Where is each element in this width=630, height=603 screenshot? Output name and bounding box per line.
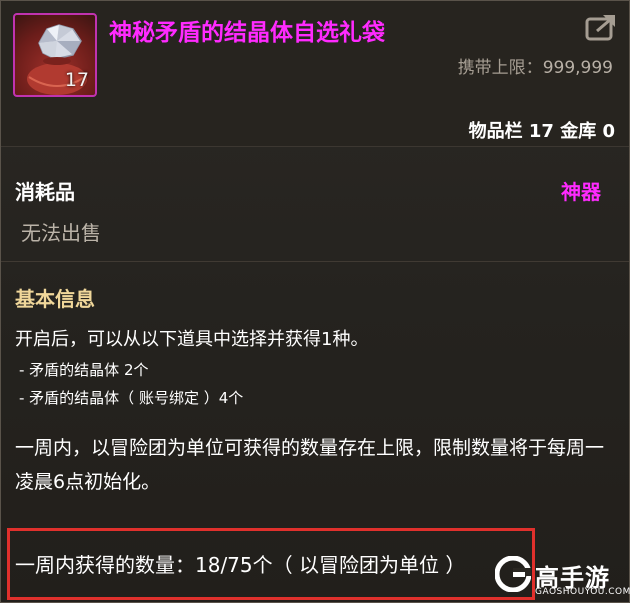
carry-limit: 携带上限：999,999 — [458, 53, 613, 78]
inventory-count: 物品栏 17 金库 0 — [468, 121, 615, 142]
item-tooltip: 17 神秘矛盾的结晶体自选礼袋 携带上限：999,999 物品栏 17 金库 0… — [0, 0, 630, 603]
carry-limit-label: 携带上限： — [457, 58, 543, 78]
basic-info-title: 基本信息 — [15, 287, 95, 311]
sell-status: 无法出售 — [21, 221, 101, 245]
limit-description: 一周内，以冒险团为单位可获得的数量存在上限，限制数量将于每周一凌晨6点初始化。 — [15, 437, 605, 493]
stack-count: 17 — [64, 69, 89, 91]
option-item-1: - 矛盾的结晶体 2个 — [19, 361, 149, 379]
watermark-domain: GAOSHOUYOU.COM — [535, 587, 630, 597]
item-title: 神秘矛盾的结晶体自选礼袋 — [109, 20, 385, 46]
watermark-logo: 高手游 GAOSHOUYOU.COM — [495, 556, 630, 602]
gaoshouyou-logo-icon — [495, 556, 531, 592]
tooltip-header: 17 神秘矛盾的结晶体自选礼袋 携带上限：999,999 物品栏 17 金库 0 — [1, 1, 629, 147]
item-rarity: 神器 — [561, 180, 601, 204]
gift-bag-crystal-icon: 17 — [13, 13, 97, 97]
item-type: 消耗品 — [15, 180, 75, 204]
option-item-2: - 矛盾的结晶体（ 账号绑定 ）4个 — [19, 389, 244, 407]
divider — [1, 261, 629, 262]
carry-limit-value: 999,999 — [542, 58, 613, 78]
basic-info-line: 开启后，可以从以下道具中选择并获得1种。 — [15, 329, 369, 350]
share-export-icon[interactable] — [585, 13, 617, 43]
weekly-count: 一周内获得的数量：18/75个（ 以冒险团为单位 ） — [15, 553, 466, 577]
